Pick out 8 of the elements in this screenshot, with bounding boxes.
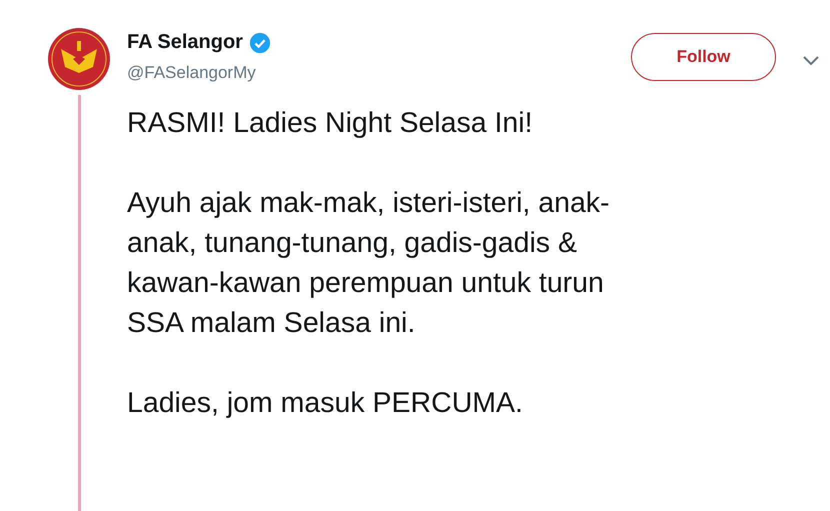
author-name[interactable]: FA Selangor [127,31,243,54]
author-handle[interactable]: @FASelangorMy [127,63,631,83]
follow-button[interactable]: Follow [631,33,776,81]
tweet-paragraph: Ladies, jom masuk PERCUMA. [127,386,524,421]
avatar-logo-icon[interactable] [47,27,111,91]
chevron-down-icon[interactable] [802,54,820,66]
tweet-paragraph: RASMI! Ladies Night Selasa Ini! [127,106,534,141]
tweet-paragraph: Ayuh ajak mak-mak, isteri-isteri, anak- anak, tunang-tunang, gadis-gadis & kawan-kawan perempuan untuk turun SSA malam Selasa ini. [127,186,611,341]
